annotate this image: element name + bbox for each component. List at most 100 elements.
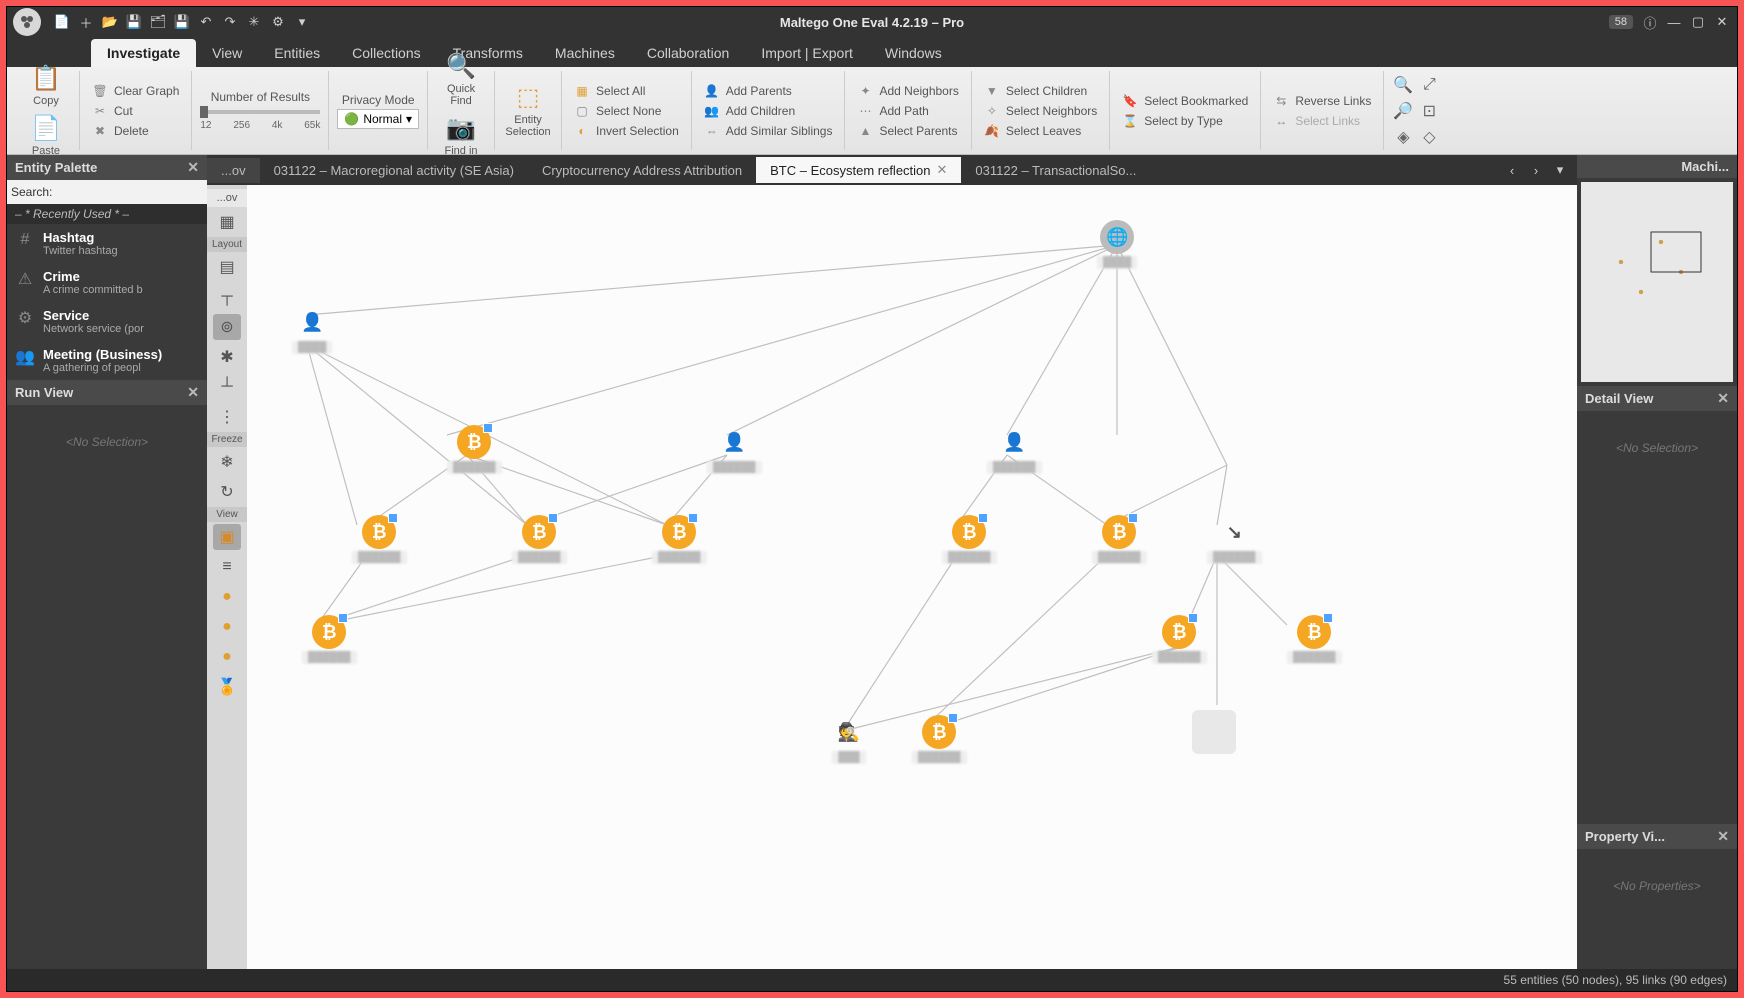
select-neighbors-button[interactable]: ✧Select Neighbors <box>980 102 1101 120</box>
node-agent[interactable]: 🕵███ <box>832 715 866 764</box>
tab-investigate[interactable]: Investigate <box>91 39 196 67</box>
close-palette-icon[interactable]: ✕ <box>187 159 199 176</box>
add-neighbors-button[interactable]: ✦Add Neighbors <box>853 82 962 100</box>
zoom-sel-icon[interactable]: ◈ <box>1392 126 1414 148</box>
layout-block-icon[interactable]: ▤ <box>213 254 241 280</box>
node-btc-9[interactable]: ₿██████ <box>1287 615 1342 664</box>
zoom-out-icon[interactable]: 🔎 <box>1392 100 1414 122</box>
manage-icon[interactable]: ⚙ <box>267 11 289 33</box>
node-btc-10[interactable]: ₿██████ <box>912 715 967 764</box>
settings-gear-icon[interactable]: ✳ <box>243 11 265 33</box>
entity-selection-button[interactable]: ⬚Entity Selection <box>503 83 553 138</box>
graph-tab-2[interactable]: Cryptocurrency Address Attribution <box>528 158 756 183</box>
copy-button[interactable]: 📋Copy <box>21 64 71 107</box>
tab-machines[interactable]: Machines <box>539 39 631 67</box>
graph-tab-1[interactable]: 031122 – Macroregional activity (SE Asia… <box>260 158 528 183</box>
graph-canvas[interactable]: 🌐████ 👤████ ₿██████ 👤██████ 👤██████ ₿███… <box>247 185 1577 969</box>
close-detail-icon[interactable]: ✕ <box>1717 390 1729 407</box>
node-person-1[interactable]: 👤████ <box>292 305 332 354</box>
select-leaves-button[interactable]: 🍂Select Leaves <box>980 122 1101 140</box>
select-all-button[interactable]: ▦Select All <box>570 82 683 100</box>
node-btc-6[interactable]: ₿██████ <box>1092 515 1147 564</box>
node-root[interactable]: 🌐████ <box>1097 220 1137 269</box>
reverse-links-button[interactable]: ⇆Reverse Links <box>1269 92 1375 110</box>
add-similar-siblings-button[interactable]: ⇔Add Similar Siblings <box>700 122 837 140</box>
select-parents-button[interactable]: ▲Select Parents <box>853 122 962 140</box>
close-property-icon[interactable]: ✕ <box>1717 828 1729 845</box>
zoom-other-icon[interactable]: ◇ <box>1418 126 1440 148</box>
tab-view[interactable]: View <box>196 39 258 67</box>
tab-import-export[interactable]: Import | Export <box>745 39 869 67</box>
node-wallet-group[interactable] <box>1192 710 1236 754</box>
add-path-button[interactable]: ⋯Add Path <box>853 102 962 120</box>
view-list-icon[interactable]: ≡ <box>213 554 241 580</box>
save-icon[interactable]: 💾 <box>123 11 145 33</box>
zoom-in-icon[interactable]: 🔍 <box>1392 74 1414 96</box>
save-as-icon[interactable]: 💾 <box>171 11 193 33</box>
select-children-button[interactable]: ▼Select Children <box>980 82 1101 100</box>
tab-entities[interactable]: Entities <box>258 39 336 67</box>
minimize-icon[interactable]: ― <box>1663 11 1685 33</box>
delete-button[interactable]: ✖Delete <box>88 122 183 140</box>
layout-organic-icon[interactable]: ✱ <box>213 344 241 370</box>
view-badge-icon[interactable]: ▣ <box>213 524 241 550</box>
select-bookmarked-button[interactable]: 🔖Select Bookmarked <box>1118 92 1252 110</box>
paste-button[interactable]: 📄Paste <box>21 114 71 157</box>
add-parents-button[interactable]: 👤Add Parents <box>700 82 837 100</box>
results-slider[interactable] <box>200 110 320 114</box>
invert-selection-button[interactable]: ◐Invert Selection <box>570 122 683 140</box>
clear-graph-button[interactable]: 🗑Clear Graph <box>88 82 183 100</box>
palette-item-hashtag[interactable]: # HashtagTwitter hashtag <box>7 224 207 263</box>
node-btc-8[interactable]: ₿██████ <box>1152 615 1207 664</box>
add-children-button[interactable]: 👥Add Children <box>700 102 837 120</box>
tab-next-icon[interactable]: › <box>1525 159 1547 181</box>
view-ribbon-icon[interactable]: 🏅 <box>213 674 241 700</box>
open-icon[interactable]: 📂 <box>99 11 121 33</box>
layout-hierarchy-icon[interactable]: ┬ <box>213 284 241 310</box>
select-links-button[interactable]: ↔Select Links <box>1269 112 1375 130</box>
close-icon[interactable]: ✕ <box>1711 11 1733 33</box>
node-person-2[interactable]: 👤██████ <box>707 425 762 474</box>
redo-icon[interactable]: ↷ <box>219 11 241 33</box>
graph-tab-3[interactable]: BTC – Ecosystem reflection✕ <box>756 157 961 183</box>
node-btc-4[interactable]: ₿██████ <box>652 515 707 564</box>
minimap[interactable] <box>1581 182 1733 382</box>
grid-tool-icon[interactable]: ▦ <box>213 209 241 235</box>
node-btc-3[interactable]: ₿██████ <box>512 515 567 564</box>
overview-tab[interactable]: ...ov <box>207 189 247 207</box>
view-dot-icon[interactable]: ● <box>213 614 241 640</box>
zoom-fit-icon[interactable]: ⤢ <box>1418 74 1440 96</box>
search-input[interactable] <box>56 183 215 201</box>
tab-collections[interactable]: Collections <box>336 39 436 67</box>
qat-dropdown-icon[interactable]: ▾ <box>291 11 313 33</box>
maximize-icon[interactable]: ▢ <box>1687 11 1709 33</box>
layout-circular-icon[interactable]: ⊚ <box>213 314 241 340</box>
layout-tree-icon[interactable]: ┴ <box>213 374 241 400</box>
freeze-icon[interactable]: ❄ <box>213 449 241 475</box>
select-by-type-button[interactable]: ⌛Select by Type <box>1118 112 1252 130</box>
node-btc-5[interactable]: ₿██████ <box>942 515 997 564</box>
quick-find-button[interactable]: 🔍Quick Find <box>436 52 486 107</box>
graph-tab-ov[interactable]: ...ov <box>207 158 260 183</box>
tab-menu-icon[interactable]: ▾ <box>1549 159 1571 181</box>
new-icon[interactable]: 📄 <box>51 11 73 33</box>
view-dot-orange-icon[interactable]: ● <box>213 584 241 610</box>
node-btc-2[interactable]: ₿██████ <box>352 515 407 564</box>
add-icon[interactable]: ＋ <box>75 11 97 33</box>
notification-badge[interactable]: 58 <box>1609 15 1633 29</box>
close-runview-icon[interactable]: ✕ <box>187 384 199 401</box>
undo-icon[interactable]: ↶ <box>195 11 217 33</box>
palette-item-crime[interactable]: ⚠ CrimeA crime committed b <box>7 263 207 302</box>
node-arrow[interactable]: ↘██████ <box>1207 515 1262 564</box>
info-icon[interactable]: ⓘ <box>1639 11 1661 33</box>
cut-button[interactable]: ✂Cut <box>88 102 183 120</box>
save-all-icon[interactable]: 🗂 <box>147 11 169 33</box>
node-btc-7[interactable]: ₿██████ <box>302 615 357 664</box>
tab-windows[interactable]: Windows <box>869 39 958 67</box>
layout-other-icon[interactable]: ⋮ <box>213 404 241 430</box>
tab-collaboration[interactable]: Collaboration <box>631 39 746 67</box>
palette-item-meeting[interactable]: 👥 Meeting (Business)A gathering of peopl <box>7 341 207 380</box>
node-btc-1[interactable]: ₿██████ <box>447 425 502 474</box>
privacy-mode-dropdown[interactable]: 🟢Normal▾ <box>337 109 419 129</box>
zoom-100-icon[interactable]: ⊡ <box>1418 100 1440 122</box>
